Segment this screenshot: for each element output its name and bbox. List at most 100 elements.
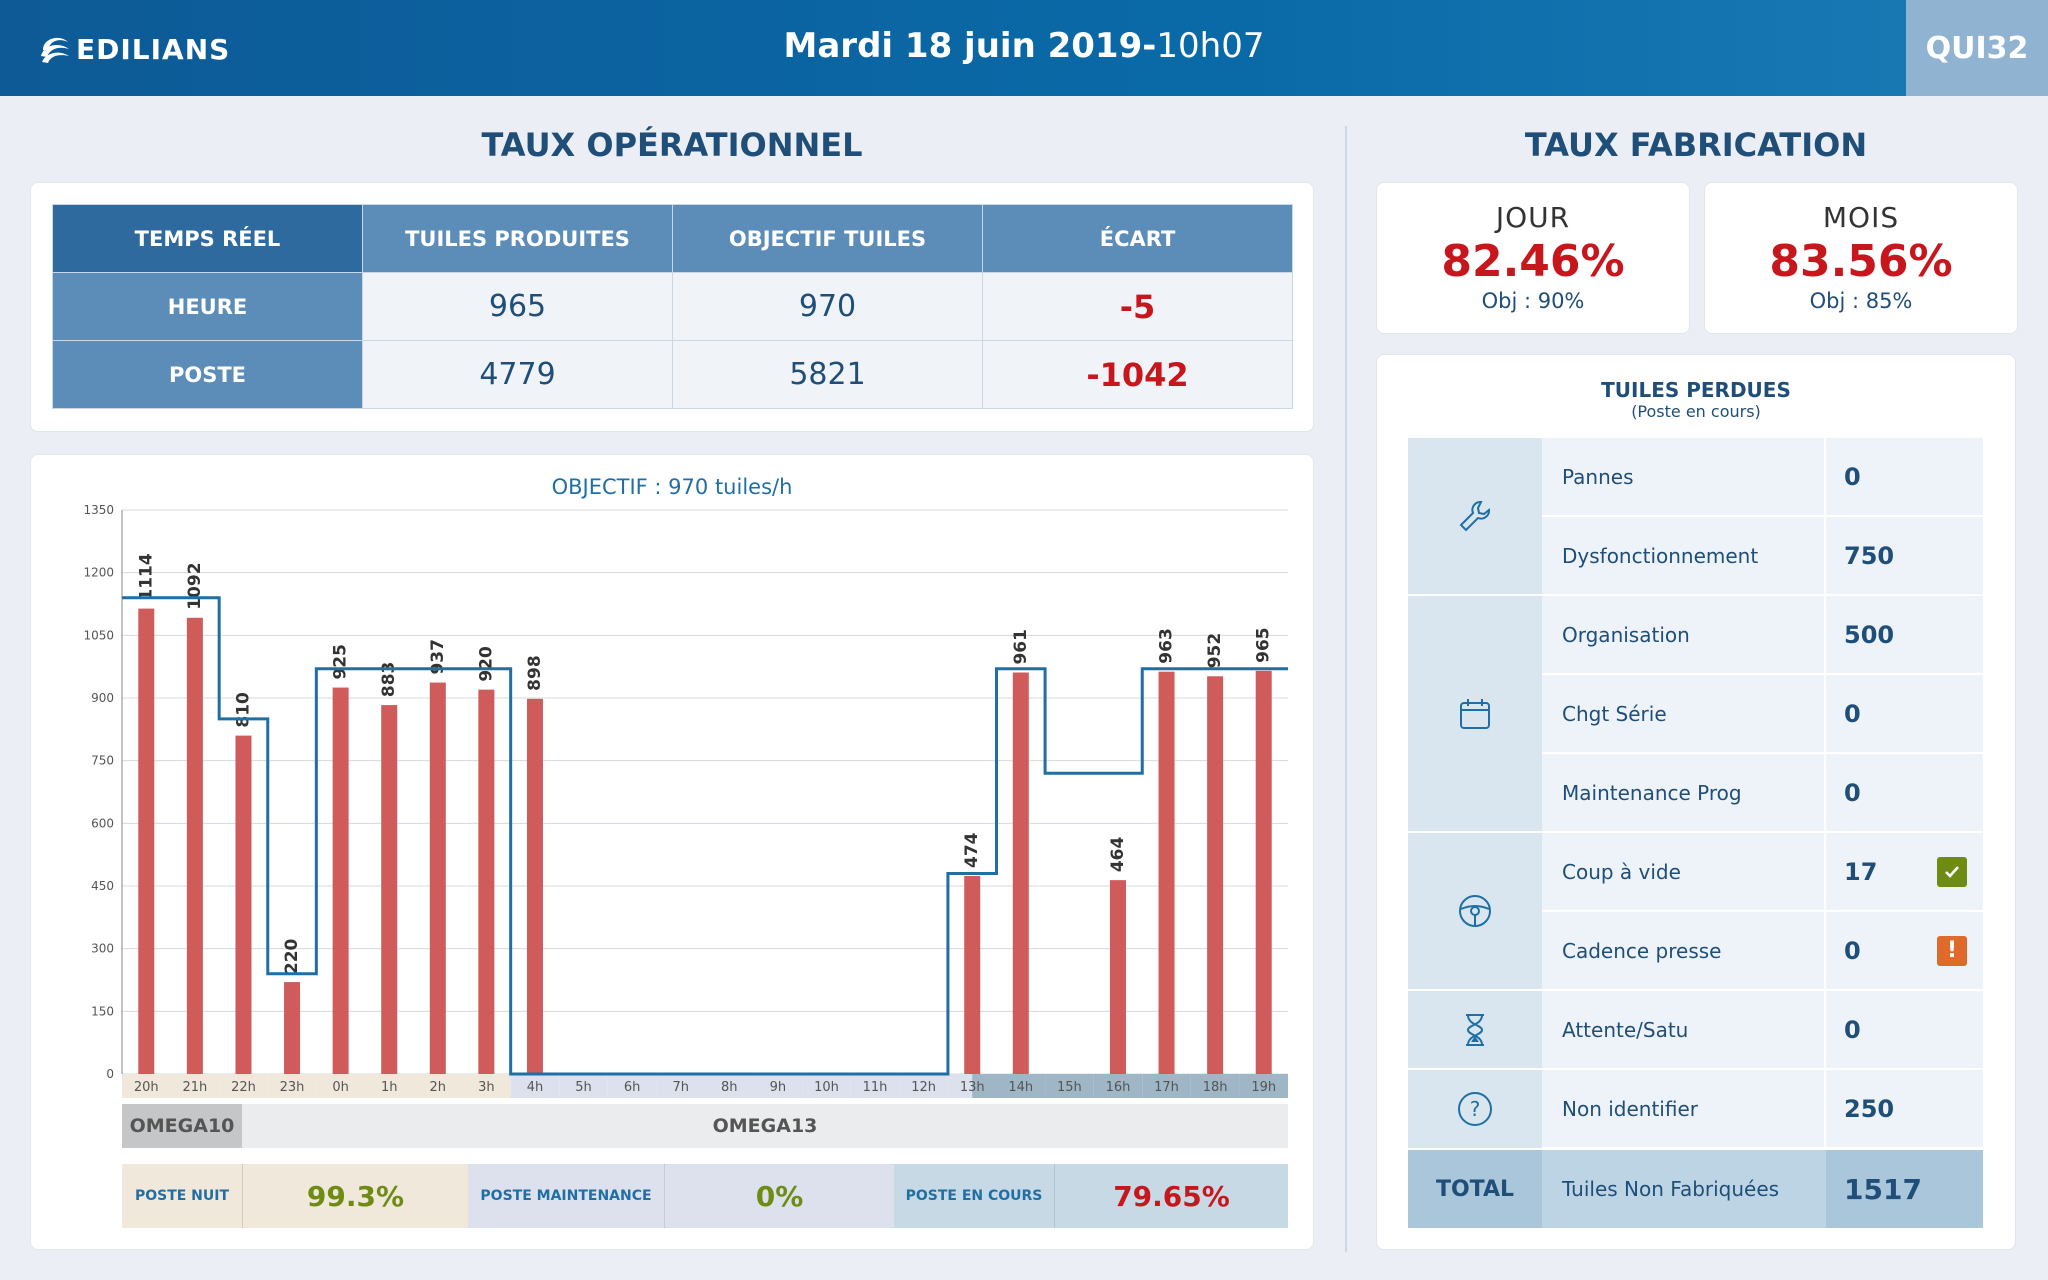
check-icon[interactable] [1937, 856, 1967, 887]
table-header-cell: OBJECTIF TUILES [672, 204, 983, 273]
bar [478, 689, 495, 1074]
kpi-objective: Obj : 90% [1481, 289, 1585, 313]
bar [284, 982, 301, 1074]
produced-cell: 965 [362, 272, 673, 341]
kpi-label: JOUR [1495, 201, 1571, 234]
y-tick-label: 1350 [83, 503, 114, 517]
list-item: Non identifier 250 [1542, 1070, 1983, 1149]
header-separator: - [1142, 26, 1157, 66]
bar [332, 687, 349, 1074]
kpi-value: 83.56% [1769, 236, 1953, 287]
lost-count: 0 [1844, 699, 1861, 728]
bar [526, 698, 543, 1074]
bar-data-label: 925 [331, 644, 351, 680]
y-tick-label: 750 [91, 754, 114, 768]
bar [1109, 880, 1126, 1074]
y-tick-label: 1050 [83, 628, 114, 642]
bar [138, 608, 155, 1074]
bar [429, 682, 446, 1074]
lost-reason: Pannes [1542, 438, 1826, 515]
shift-maintenance-value: 0% [664, 1164, 894, 1228]
warning-icon[interactable]: ! [1937, 935, 1967, 966]
y-tick-label: 1200 [83, 566, 114, 580]
header-datetime: Mardi 18 juin 2019-10h07 [0, 26, 2048, 66]
chart-title: OBJECTIF : 970 tuiles/h [551, 475, 793, 499]
bar [964, 875, 981, 1074]
shift-current-label: POSTE EN COURS [894, 1164, 1054, 1228]
bar-data-label: 1092 [185, 562, 205, 609]
right-section-title: TAUX FABRICATION [1524, 126, 1868, 164]
x-tick-label: 6h [624, 1080, 641, 1095]
lost-count: 500 [1844, 620, 1895, 649]
calendar-icon [1408, 596, 1542, 833]
bar [1158, 671, 1175, 1074]
x-tick-label: 22h [231, 1080, 256, 1095]
table-header-row: TEMPS RÉEL TUILES PRODUITES OBJECTIF TUI… [52, 204, 1293, 273]
lost-count: 0 [1844, 462, 1861, 491]
bar-data-label: 220 [282, 938, 302, 974]
bar-data-label: 965 [1254, 627, 1274, 663]
x-tick-label: 10h [814, 1080, 839, 1095]
target-cell: 970 [672, 272, 983, 341]
y-tick-label: 0 [106, 1067, 114, 1081]
bar-data-label: 464 [1108, 836, 1128, 872]
header-time: 10h07 [1156, 26, 1265, 66]
bar [1255, 670, 1272, 1074]
lost-count: 0 [1844, 936, 1861, 965]
x-tick-label: 0h [332, 1080, 349, 1095]
steering-wheel-icon [1408, 833, 1542, 991]
column-divider [1345, 126, 1347, 1252]
x-tick-label: 20h [134, 1080, 159, 1095]
kpi-month-card: MOIS 83.56% Obj : 85% [1704, 182, 2018, 334]
x-tick-label: 5h [575, 1080, 592, 1095]
list-item: Chgt Série 0 [1542, 675, 1983, 754]
kpi-label: MOIS [1822, 201, 1900, 234]
total-name: Tuiles Non Fabriquées [1542, 1150, 1826, 1228]
bar [235, 735, 252, 1074]
shift-current-value: 79.65% [1054, 1164, 1288, 1228]
shift-summary: POSTE NUIT 99.3% POSTE MAINTENANCE 0% PO… [122, 1164, 1288, 1228]
gap-cell: -1042 [982, 340, 1293, 409]
header-date: Mardi 18 juin 2019 [783, 26, 1143, 66]
x-tick-label: 7h [672, 1080, 689, 1095]
bar-data-label: 474 [962, 832, 982, 868]
table-header-cell: ÉCART [982, 204, 1293, 273]
bar-data-label: 961 [1011, 629, 1031, 665]
x-tick-label: 14h [1008, 1080, 1033, 1095]
bar [186, 617, 203, 1074]
lost-reason: Dysfonctionnement [1542, 517, 1826, 594]
x-tick-label: 16h [1106, 1080, 1131, 1095]
question-icon: ? [1408, 1070, 1542, 1150]
y-tick-label: 600 [91, 816, 114, 830]
list-item: Attente/Satu 0 [1542, 991, 1983, 1070]
lost-reason: Attente/Satu [1542, 991, 1826, 1068]
x-tick-label: 15h [1057, 1080, 1082, 1095]
x-tick-label: 21h [182, 1080, 207, 1095]
shift-night-label: POSTE NUIT [122, 1164, 242, 1228]
lost-count: 250 [1844, 1094, 1895, 1123]
list-item: Coup à vide 17 [1542, 833, 1983, 912]
list-item: Cadence presse 0 ! [1542, 912, 1983, 991]
bar [1012, 672, 1029, 1074]
x-tick-label: 19h [1251, 1080, 1276, 1095]
lost-reason: Coup à vide [1542, 833, 1826, 910]
x-tick-label: 2h [430, 1080, 447, 1095]
lost-reason: Maintenance Prog [1542, 754, 1826, 831]
list-item: Dysfonctionnement 750 [1542, 517, 1983, 596]
bar-data-label: 883 [379, 662, 399, 698]
lost-count: 0 [1844, 1015, 1861, 1044]
list-item: Organisation 500 [1542, 596, 1983, 675]
x-tick-label: 11h [863, 1080, 888, 1095]
station-code: QUI32 [1906, 0, 2048, 96]
x-tick-label: 1h [381, 1080, 398, 1095]
shift-night-value: 99.3% [242, 1164, 468, 1228]
table-row: POSTE 4779 5821 -1042 [52, 340, 1293, 409]
x-tick-label: 8h [721, 1080, 738, 1095]
target-cell: 5821 [672, 340, 983, 409]
bar-data-label: 1114 [136, 553, 156, 600]
lost-reason: Non identifier [1542, 1070, 1826, 1147]
list-item: Pannes 0 [1542, 438, 1983, 517]
x-tick-label: 12h [911, 1080, 936, 1095]
lost-reason: Organisation [1542, 596, 1826, 673]
lost-count: 17 [1844, 857, 1878, 886]
